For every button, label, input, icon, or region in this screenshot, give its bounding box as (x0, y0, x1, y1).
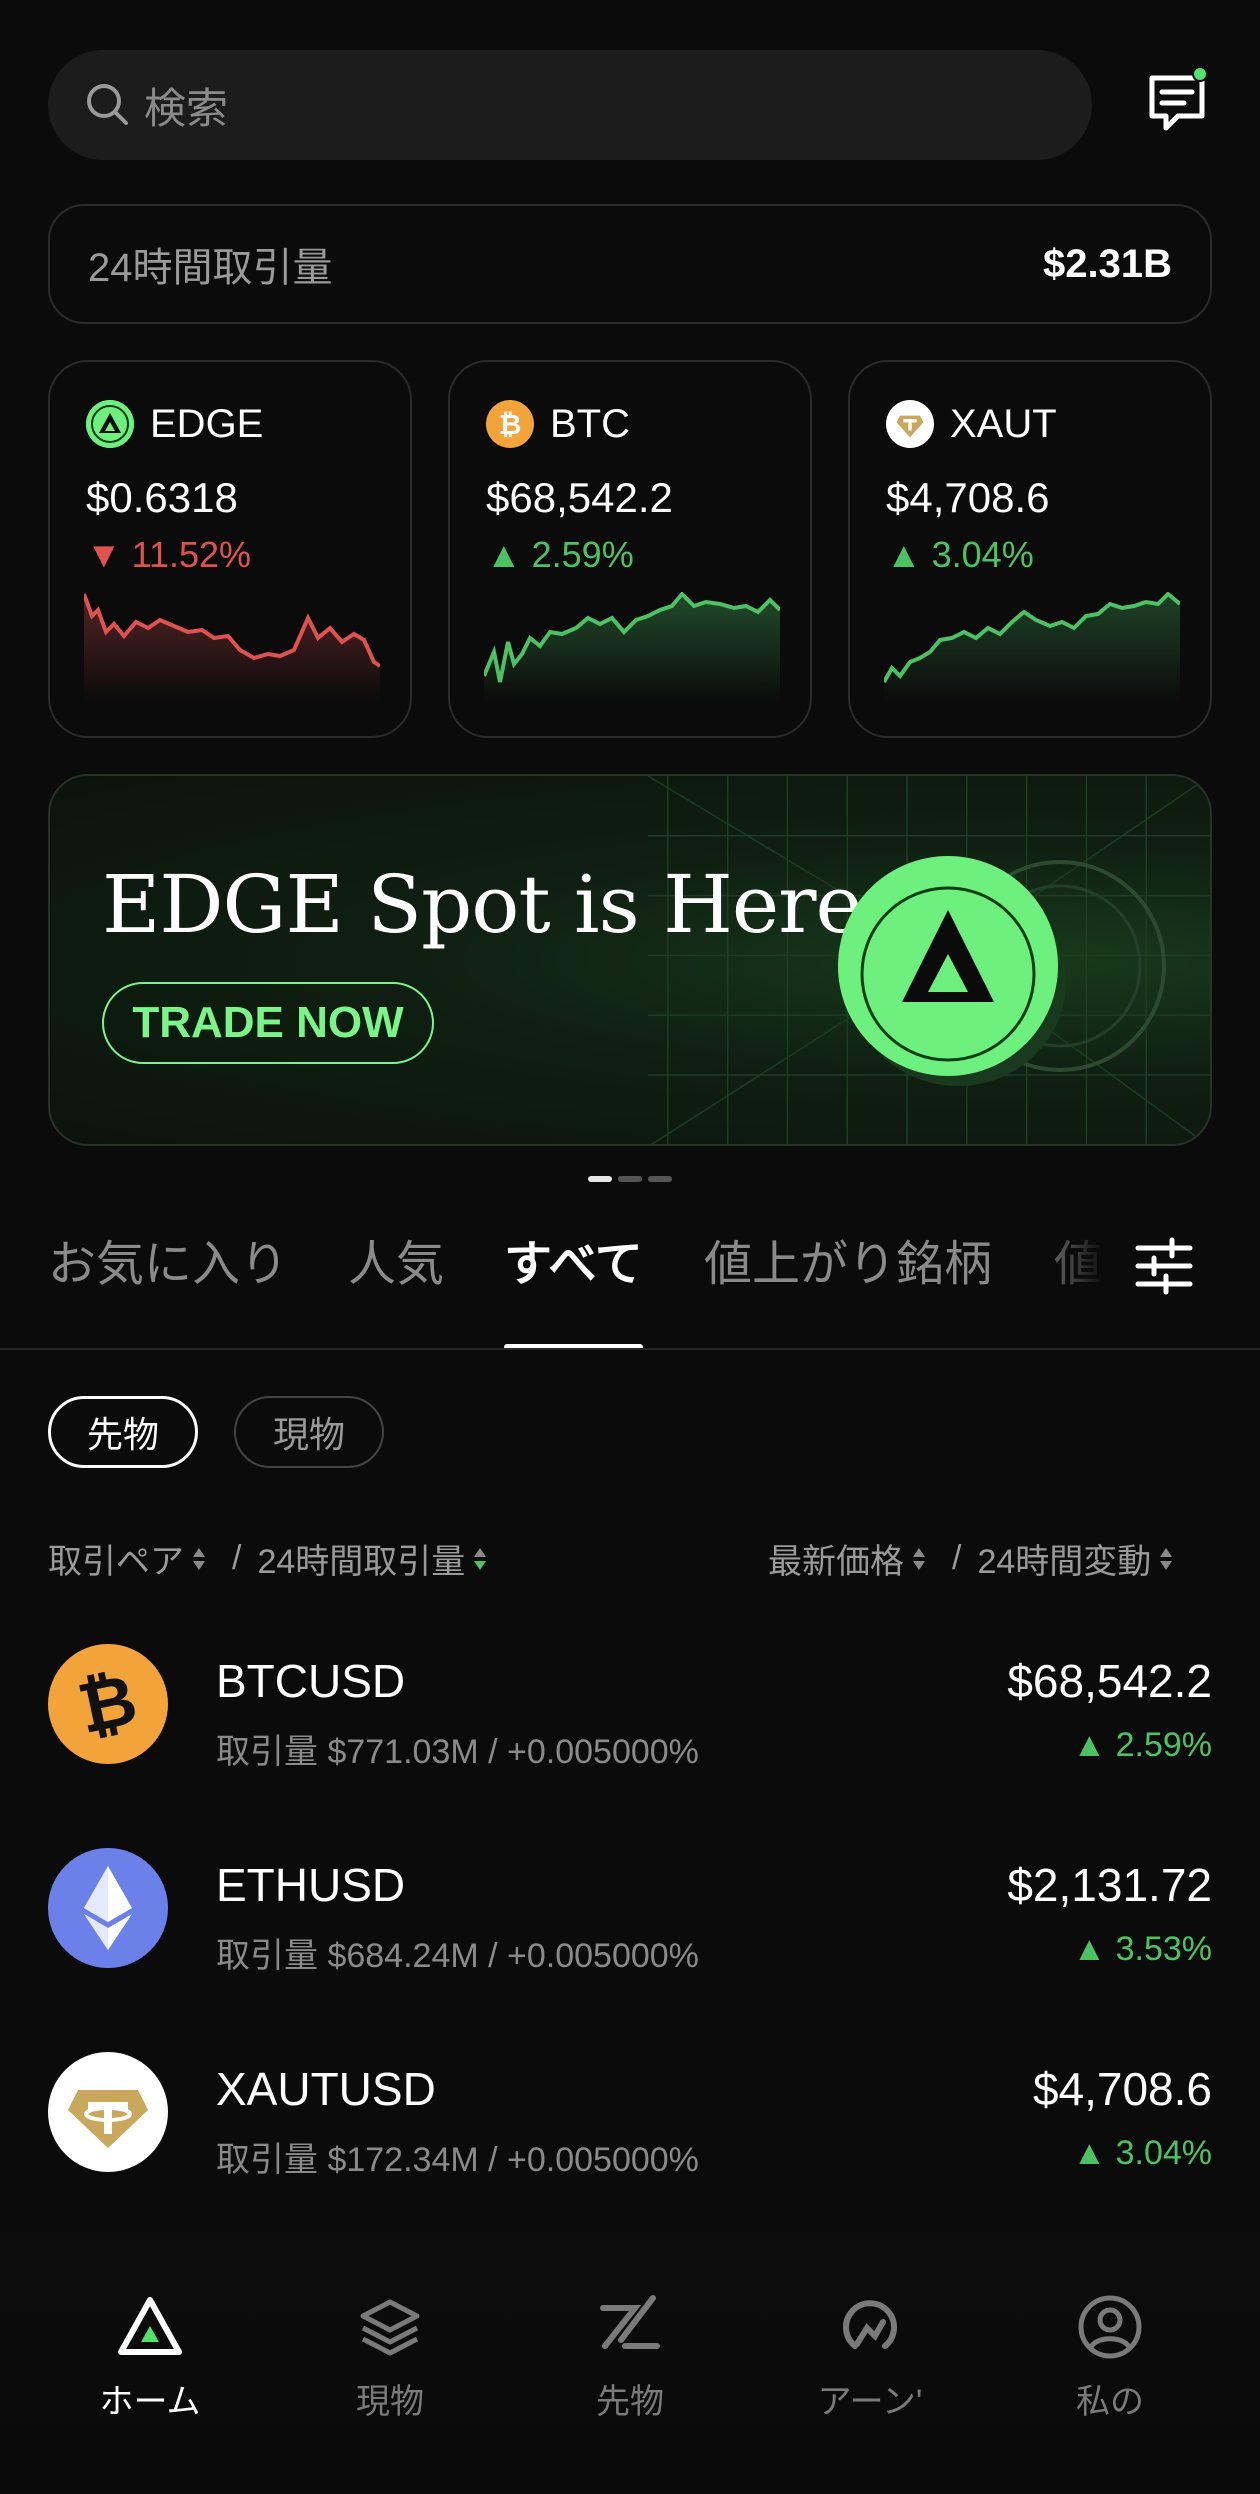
tab-popular[interactable]: 人気 (348, 1230, 444, 1350)
column-pair[interactable]: 取引ペア (48, 1534, 184, 1583)
sparkline-chart (884, 592, 1180, 702)
tab-all[interactable]: すべて (504, 1230, 643, 1350)
row-symbol: XAUTUSD (216, 2063, 436, 2115)
row-change: ▲ 2.59% (1072, 1726, 1212, 1764)
spot-icon (360, 2299, 420, 2356)
ticker-price: $0.6318 (86, 474, 238, 521)
bitcoin-icon: ₿ (48, 1644, 168, 1764)
profile-icon (1078, 2295, 1142, 2359)
volume-card[interactable]: 24時間取引量 $2.31B (48, 204, 1212, 324)
tabs-fade (1028, 1230, 1138, 1330)
chip-futures[interactable]: 先物 (48, 1396, 198, 1468)
nav-futures[interactable]: 先物 (530, 2292, 730, 2423)
sliders-icon (1135, 1237, 1193, 1295)
row-volume: 取引量 $771.03M / +0.005000% (216, 1733, 699, 1771)
market-tabs: お気に入り 人気 すべて 値上がり銘柄 値下 (48, 1230, 1138, 1350)
pager-dot[interactable] (588, 1176, 612, 1182)
column-separator: / (232, 1539, 242, 1577)
sparkline-chart (84, 593, 380, 702)
filter-button[interactable] (1132, 1234, 1196, 1298)
edge-icon (86, 400, 134, 448)
home-icon (118, 2297, 182, 2355)
bitcoin-icon: ₿ (486, 400, 534, 448)
column-header-right: 最新価格 / 24時間変動 (768, 1534, 1173, 1583)
tab-label: 人気 (348, 1238, 445, 1291)
column-header-left: 取引ペア / 24時間取引量 (48, 1534, 487, 1583)
pager-dot[interactable] (648, 1176, 672, 1182)
volume-label: 24時間取引量 (88, 246, 333, 290)
futures-icon (600, 2295, 660, 2349)
ticker-change: ▲ 3.04% (886, 534, 1034, 575)
tether-gold-icon (48, 2052, 168, 2172)
ticker-card-btc[interactable]: ₿ BTC $68,542.2 ▲ 2.59% (448, 360, 812, 738)
nav-label: 先物 (596, 2383, 664, 2421)
nav-label: 現物 (356, 2383, 424, 2421)
ticker-head: XAUT (886, 400, 1174, 448)
nav-earn[interactable]: アーン' (770, 2292, 970, 2423)
nav-spot[interactable]: 現物 (290, 2292, 490, 2423)
tether-gold-icon (886, 400, 934, 448)
tab-favorites[interactable]: お気に入り (48, 1230, 288, 1350)
nav-label: 私の (1076, 2383, 1144, 2421)
ticker-price: $68,542.2 (486, 474, 673, 521)
sort-icon[interactable] (912, 1544, 926, 1574)
edge-coin-illustration (838, 856, 1166, 1086)
promo-banner[interactable]: EDGE Spot is Here TRADE NOW (48, 774, 1212, 1146)
ticker-head: ₿ BTC (486, 400, 774, 448)
row-symbol: ETHUSD (216, 1859, 406, 1911)
column-price[interactable]: 最新価格 (768, 1534, 904, 1583)
sparkline-chart (484, 592, 780, 702)
nav-home[interactable]: ホーム (50, 2292, 250, 2423)
search-row: 検索 (48, 50, 1212, 160)
banner-pager (588, 1176, 672, 1182)
notification-dot (1192, 66, 1208, 82)
ticker-head: EDGE (86, 400, 374, 448)
row-price: $68,542.2 (1007, 1655, 1212, 1707)
search-placeholder: 検索 (144, 84, 229, 132)
chip-spot[interactable]: 現物 (234, 1396, 384, 1468)
ticker-symbol: BTC (550, 401, 630, 446)
earn-icon (843, 2300, 897, 2349)
ticker-card-edge[interactable]: EDGE $0.6318 ▼ 11.52% (48, 360, 412, 738)
column-separator: / (952, 1539, 962, 1577)
ticker-symbol: XAUT (950, 401, 1057, 446)
ticker-card-xaut[interactable]: XAUT $4,708.6 ▲ 3.04% (848, 360, 1212, 738)
sort-icon[interactable] (192, 1544, 206, 1574)
tab-gainers[interactable]: 値上がり銘柄 (704, 1230, 992, 1350)
ticker-change: ▼ 11.52% (86, 534, 252, 575)
nav-label: ホーム (99, 2383, 201, 2421)
ticker-change: ▲ 2.59% (486, 534, 634, 575)
nav-label: アーン' (817, 2383, 923, 2421)
row-change: ▲ 3.04% (1072, 2134, 1212, 2172)
ticker-price: $4,708.6 (886, 474, 1050, 521)
ethereum-icon (48, 1848, 168, 1968)
tabs-divider (0, 1348, 1260, 1350)
market-row-btcusd[interactable]: ₿ BTCUSD 取引量 $771.03M / +0.005000% $68,5… (48, 1632, 1212, 1792)
tab-label: すべて (504, 1238, 643, 1291)
trade-now-button[interactable]: TRADE NOW (102, 982, 434, 1064)
ticker-symbol: EDGE (150, 401, 264, 446)
messages-button[interactable] (1142, 66, 1212, 138)
volume-value: $2.31B (1043, 241, 1172, 286)
banner-title: EDGE Spot is Here (102, 858, 863, 951)
row-volume: 取引量 $172.34M / +0.005000% (216, 2141, 699, 2179)
pager-dot[interactable] (618, 1176, 642, 1182)
sort-icon[interactable] (1159, 1544, 1173, 1574)
row-price: $2,131.72 (1007, 1859, 1212, 1911)
row-change: ▲ 3.53% (1072, 1930, 1212, 1968)
column-change[interactable]: 24時間変動 (977, 1534, 1151, 1583)
bottom-navigation: ホーム 現物 先物 アーン' 私の (0, 2232, 1260, 2494)
sort-icon-active[interactable] (473, 1544, 487, 1574)
tab-label: お気に入り (48, 1238, 289, 1291)
row-price: $4,708.6 (1032, 2063, 1212, 2115)
market-row-ethusd[interactable]: ETHUSD 取引量 $684.24M / +0.005000% $2,131.… (48, 1836, 1212, 1996)
column-volume[interactable]: 24時間取引量 (257, 1534, 465, 1583)
search-icon (87, 84, 128, 125)
row-symbol: BTCUSD (216, 1655, 406, 1707)
nav-profile[interactable]: 私の (1010, 2292, 1210, 2423)
market-row-xautusd[interactable]: XAUTUSD 取引量 $172.34M / +0.005000% $4,708… (48, 2040, 1212, 2200)
search-input[interactable]: 検索 (48, 50, 1092, 160)
row-volume: 取引量 $684.24M / +0.005000% (216, 1937, 699, 1975)
tab-label: 値上がり銘柄 (704, 1238, 993, 1291)
